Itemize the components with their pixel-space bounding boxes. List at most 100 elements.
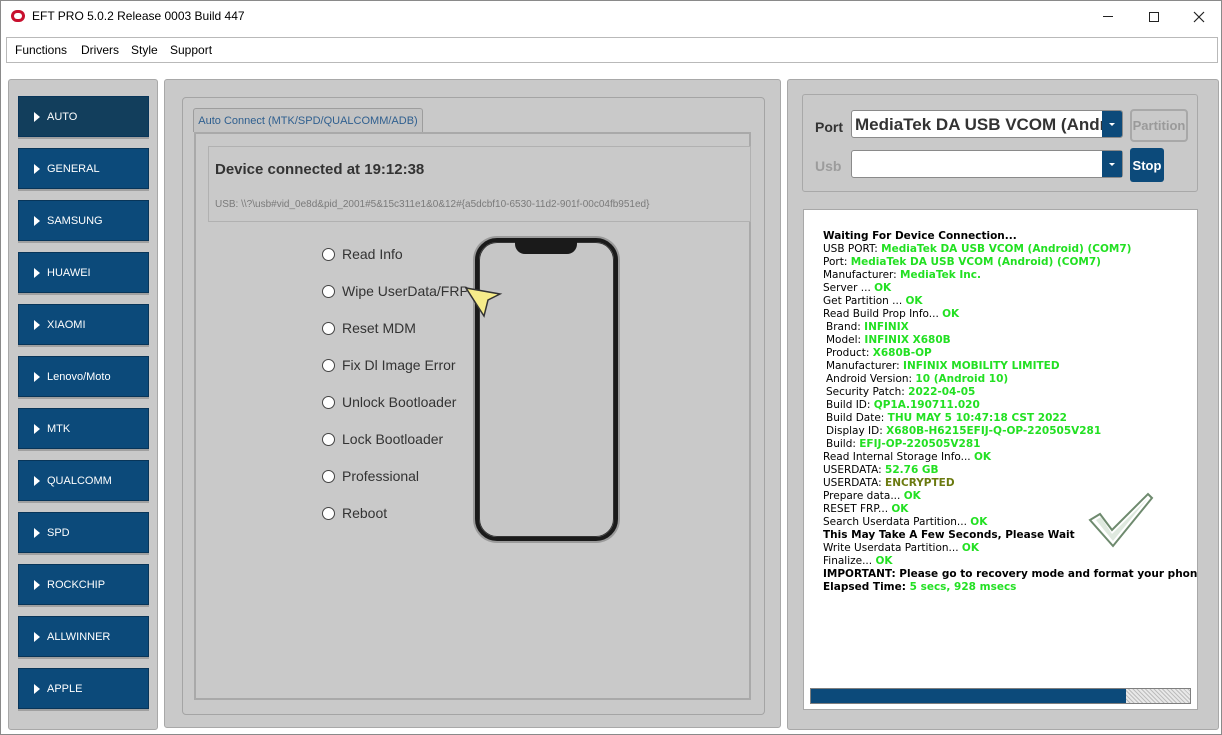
port-select[interactable]: MediaTek DA USB VCOM (Android) (COM7) <box>851 110 1123 138</box>
sidebar-item-apple[interactable]: APPLE <box>18 668 149 709</box>
log-line-value: 2022-04-05 <box>908 386 976 398</box>
triangle-right-icon <box>34 371 40 382</box>
log-line: Elapsed Time: 5 secs, 928 msecs <box>823 581 1183 594</box>
log-line: Build ID: QP1A.190711.020 <box>823 399 1183 412</box>
sidebar-item-general[interactable]: GENERAL <box>18 148 149 189</box>
log-line-label: Finalize... <box>823 555 876 567</box>
device-usb-path: USB: \\?\usb#vid_0e8d&pid_2001#5&15c311e… <box>215 199 650 210</box>
sidebar-item-qualcomm[interactable]: QUALCOMM <box>18 460 149 501</box>
tab-auto-connect[interactable]: Auto Connect (MTK/SPD/QUALCOMM/ADB) <box>193 108 423 132</box>
log-line: Product: X680B-OP <box>823 347 1183 360</box>
log-output[interactable]: Waiting For Device Connection... USB PORT… <box>803 209 1198 710</box>
option-reset-mdm[interactable]: Reset MDM <box>322 318 416 338</box>
radio-button[interactable] <box>322 506 335 520</box>
option-label: Professional <box>342 468 420 484</box>
usb-select[interactable] <box>851 150 1123 178</box>
option-reboot[interactable]: Reboot <box>322 503 387 523</box>
menu-drivers[interactable]: Drivers <box>81 43 119 57</box>
stop-button[interactable]: Stop <box>1130 148 1164 182</box>
sidebar-item-mtk[interactable]: MTK <box>18 408 149 449</box>
chevron-down-icon[interactable] <box>1102 151 1122 177</box>
option-label: Fix Dl Image Error <box>342 357 456 373</box>
sidebar: AUTO GENERAL SAMSUNG HUAWEI XIAOMI Lenov… <box>8 79 158 730</box>
port-label: Port <box>815 119 843 135</box>
radio-button[interactable] <box>322 247 335 261</box>
device-connected-title: Device connected at 19:12:38 <box>215 161 425 178</box>
radio-button[interactable] <box>322 469 335 483</box>
triangle-right-icon <box>34 579 40 590</box>
sidebar-item-auto[interactable]: AUTO <box>18 96 149 137</box>
log-line-label: Read Internal Storage Info... <box>823 451 974 463</box>
log-line-label: Build Date: <box>826 412 888 424</box>
sidebar-item-label: AUTO <box>47 110 78 123</box>
sidebar-item-label: ROCKCHIP <box>47 578 106 591</box>
minimize-icon <box>1103 16 1113 17</box>
sidebar-item-xiaomi[interactable]: XIAOMI <box>18 304 149 345</box>
sidebar-item-allwinner[interactable]: ALLWINNER <box>18 616 149 657</box>
log-line-value: ENCRYPTED <box>885 477 955 489</box>
chevron-down-icon[interactable] <box>1102 111 1122 137</box>
log-line-label: Security Patch: <box>826 386 909 398</box>
menu-functions[interactable]: Functions <box>15 43 67 57</box>
log-line-value: OK <box>970 516 988 528</box>
log-line-label: USB PORT: <box>823 243 882 255</box>
log-line-value: 5 secs, 928 msecs <box>909 581 1017 593</box>
triangle-right-icon <box>34 527 40 538</box>
close-button[interactable] <box>1176 1 1222 32</box>
log-line-label: Manufacturer: <box>823 269 901 281</box>
log-line: Brand: INFINIX <box>823 321 1183 334</box>
log-line-value: 10 (Android 10) <box>915 373 1009 385</box>
radio-button[interactable] <box>322 432 335 446</box>
log-line-label: Elapsed Time: <box>823 581 910 593</box>
sidebar-item-lenovo-moto[interactable]: Lenovo/Moto <box>18 356 149 397</box>
option-label: Reset MDM <box>342 320 416 336</box>
sidebar-item-label: HUAWEI <box>47 266 91 279</box>
log-line-label: Display ID: <box>826 425 887 437</box>
close-icon <box>1193 11 1205 22</box>
log-line-value: INFINIX <box>864 321 909 333</box>
radio-button[interactable] <box>322 358 335 372</box>
log-line: Read Internal Storage Info... OK <box>823 451 1183 464</box>
log-line-value: 52.76 GB <box>885 464 939 476</box>
radio-button[interactable] <box>322 284 335 298</box>
partition-button[interactable]: Partition <box>1130 109 1188 142</box>
log-line-label: Waiting For Device Connection... <box>823 230 1017 242</box>
title-bar[interactable]: EFT PRO 5.0.2 Release 0003 Build 447 <box>1 1 1221 32</box>
option-lock-bootloader[interactable]: Lock Bootloader <box>322 429 443 449</box>
log-line-value: OK <box>942 308 960 320</box>
menu-style[interactable]: Style <box>131 43 158 57</box>
sidebar-item-label: QUALCOMM <box>47 474 112 487</box>
log-line-value: INFINIX MOBILITY LIMITED <box>903 360 1060 372</box>
sidebar-item-rockchip[interactable]: ROCKCHIP <box>18 564 149 605</box>
log-line-label: Android Version: <box>826 373 916 385</box>
option-wipe-userdata-frp[interactable]: Wipe UserData/FRP <box>322 281 469 301</box>
maximize-button[interactable] <box>1131 1 1177 32</box>
triangle-right-icon <box>34 215 40 226</box>
option-label: Wipe UserData/FRP <box>342 283 469 299</box>
minimize-button[interactable] <box>1085 1 1131 32</box>
radio-button[interactable] <box>322 395 335 409</box>
option-read-info[interactable]: Read Info <box>322 244 403 264</box>
progress-fill <box>811 689 1126 703</box>
sidebar-item-spd[interactable]: SPD <box>18 512 149 553</box>
log-line-label: Product: <box>826 347 873 359</box>
sidebar-item-label: XIAOMI <box>47 318 86 331</box>
log-line: Manufacturer: INFINIX MOBILITY LIMITED <box>823 360 1183 373</box>
progress-bar <box>810 688 1191 704</box>
menu-support[interactable]: Support <box>170 43 212 57</box>
log-line-label: RESET FRP... <box>823 503 892 515</box>
triangle-right-icon <box>34 319 40 330</box>
option-professional[interactable]: Professional <box>322 466 419 486</box>
device-info-box: Device connected at 19:12:38 USB: \\?\us… <box>208 146 751 222</box>
log-line-value: X680B-OP <box>872 347 932 359</box>
sidebar-item-samsung[interactable]: SAMSUNG <box>18 200 149 241</box>
sidebar-item-huawei[interactable]: HUAWEI <box>18 252 149 293</box>
option-unlock-bootloader[interactable]: Unlock Bootloader <box>322 392 456 412</box>
log-line-value: OK <box>961 542 979 554</box>
main-panel: Auto Connect (MTK/SPD/QUALCOMM/ADB) Devi… <box>164 79 781 728</box>
log-line: USB PORT: MediaTek DA USB VCOM (Android)… <box>823 243 1183 256</box>
log-line: Android Version: 10 (Android 10) <box>823 373 1183 386</box>
radio-button[interactable] <box>322 321 335 335</box>
sidebar-item-label: ALLWINNER <box>47 630 111 643</box>
option-fix-dl-image-error[interactable]: Fix Dl Image Error <box>322 355 456 375</box>
